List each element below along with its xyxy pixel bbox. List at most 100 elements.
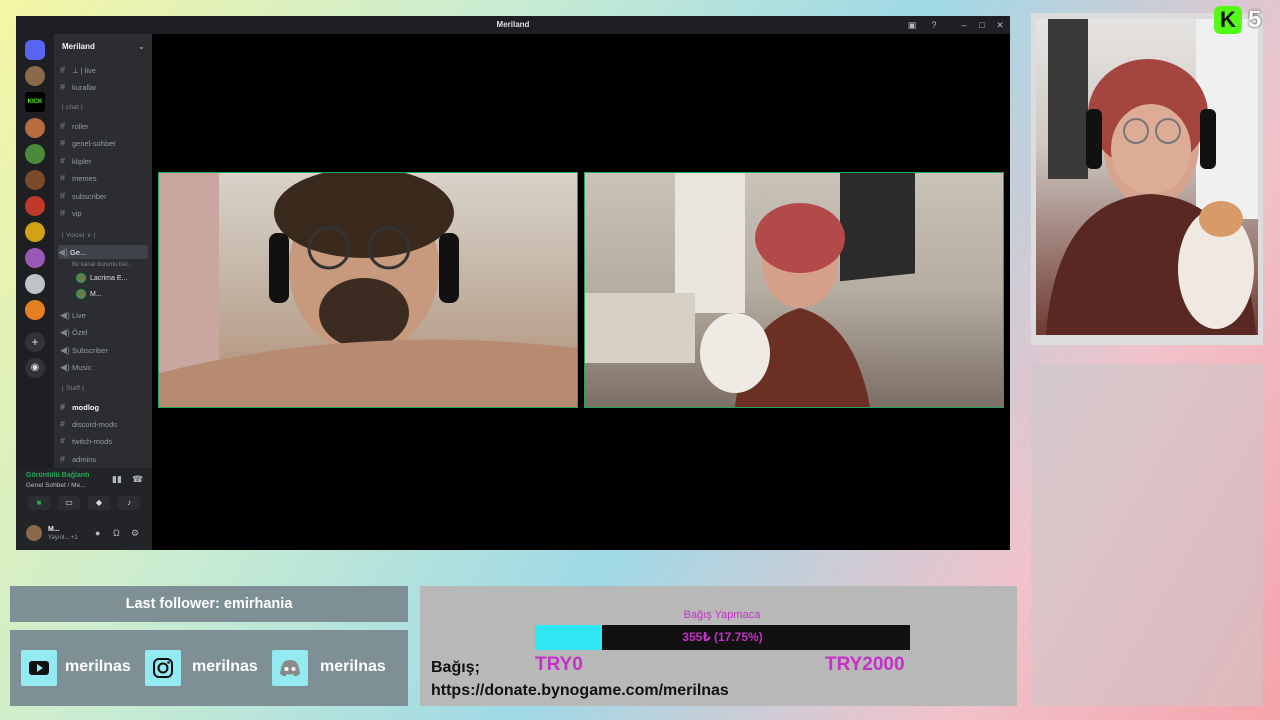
- kick-logo-icon: K: [1214, 6, 1242, 34]
- voice-channel-music[interactable]: ◀) Music: [60, 360, 92, 374]
- server-icon[interactable]: [25, 118, 45, 138]
- hash-icon: #: [60, 82, 66, 92]
- channel-subscriber[interactable]: # subscriber: [60, 189, 107, 203]
- channel-modlog[interactable]: # modlog: [60, 400, 99, 414]
- user-panel: M... Yayınl... +1 ● Ω ⚙: [16, 518, 152, 550]
- avatar[interactable]: [26, 525, 42, 541]
- voice-user[interactable]: Lacrima E...: [76, 272, 127, 286]
- channel-twitch-mods[interactable]: # twitch-mods: [60, 434, 112, 448]
- youtube-icon: [21, 650, 57, 686]
- category-staff[interactable]: | Staff |: [62, 385, 84, 392]
- hash-icon: #: [60, 402, 66, 412]
- server-name: Meriland: [62, 42, 95, 51]
- voice-channel-ozel[interactable]: ◀) Özel: [60, 325, 87, 339]
- minimize-button[interactable]: –: [958, 19, 970, 31]
- activity-button[interactable]: ◆: [88, 496, 110, 510]
- participant-video: [159, 173, 577, 407]
- discord-icon: [272, 650, 308, 686]
- voice-channel-path[interactable]: Genel Sohbet / Me...: [26, 482, 86, 489]
- donation-url[interactable]: https://donate.bynogame.com/merilnas: [431, 682, 729, 700]
- hash-icon: #: [60, 454, 66, 464]
- server-icon[interactable]: [25, 144, 45, 164]
- discover-icon[interactable]: ◉: [25, 358, 45, 378]
- disconnect-icon[interactable]: ☎: [132, 474, 143, 485]
- channel-discord-mods[interactable]: # discord-mods: [60, 417, 117, 431]
- channel-kurallar[interactable]: # kurallar: [60, 80, 97, 94]
- video-tile[interactable]: [584, 172, 1004, 408]
- hash-icon: #: [60, 156, 66, 166]
- inbox-icon[interactable]: ▣: [906, 19, 918, 31]
- side-panel: [1031, 364, 1263, 706]
- hash-icon: #: [60, 138, 66, 148]
- hash-icon: #: [60, 419, 66, 429]
- instagram-icon: [145, 650, 181, 686]
- channel-admins[interactable]: # admins: [60, 452, 96, 466]
- speaker-icon: ◀): [60, 310, 70, 320]
- speaker-icon: ◀): [60, 362, 70, 372]
- discord-handle: merilnas: [320, 658, 386, 675]
- donation-title: Bağış Yapmaca: [683, 609, 761, 621]
- voice-user[interactable]: M...: [76, 288, 102, 302]
- voice-status: Görüntülü Bağlantı: [26, 472, 90, 479]
- hash-icon: #: [60, 173, 66, 183]
- title-bar: Meriland ▣ ? – □ ✕: [16, 16, 1010, 34]
- participant-video: [585, 173, 915, 407]
- voice-status-hint[interactable]: Bir kanal durumu bel...: [72, 258, 132, 272]
- headphones-icon[interactable]: Ω: [113, 528, 120, 538]
- voice-channel-genel[interactable]: ◀) Ge...: [58, 245, 148, 259]
- signal-icon[interactable]: ▮▮: [112, 474, 122, 485]
- channel-genel-sohbet[interactable]: # genel-sohbet: [60, 136, 115, 150]
- hash-icon: #: [60, 121, 66, 131]
- chevron-down-icon: ⌄: [138, 42, 145, 51]
- server-header[interactable]: Meriland ⌄: [62, 42, 145, 51]
- server-icon[interactable]: [25, 66, 45, 86]
- server-icon[interactable]: [25, 248, 45, 268]
- window-title: Meriland: [496, 20, 530, 29]
- add-server-icon[interactable]: +: [25, 332, 45, 352]
- youtube-handle: merilnas: [65, 658, 131, 675]
- donation-label: Bağış;: [431, 659, 480, 676]
- user-name: M...: [48, 526, 60, 533]
- donation-min-label: TRY0: [535, 654, 583, 675]
- hash-icon: #: [60, 65, 66, 75]
- speaker-icon: ◀): [60, 345, 70, 355]
- close-button[interactable]: ✕: [994, 19, 1006, 31]
- server-icon[interactable]: [25, 170, 45, 190]
- voice-channel-live[interactable]: ◀) Live: [60, 308, 86, 322]
- video-tile[interactable]: [158, 172, 578, 408]
- category-voice[interactable]: | Voice| ∨ |: [62, 231, 96, 239]
- voice-connection-panel: Görüntülü Bağlantı Genel Sohbet / Me... …: [16, 468, 152, 518]
- category-chat[interactable]: | chat |: [62, 104, 83, 111]
- donation-progress-text: 355₺ (17.75%): [682, 630, 763, 644]
- kick-server-icon[interactable]: KICK: [25, 92, 45, 112]
- discord-home-icon[interactable]: [25, 40, 45, 60]
- channel-memes[interactable]: # memes: [60, 171, 97, 185]
- server-icon[interactable]: [25, 222, 45, 242]
- soundboard-button[interactable]: ♪: [118, 496, 140, 510]
- maximize-button[interactable]: □: [976, 19, 988, 31]
- microphone-icon[interactable]: ●: [95, 528, 100, 538]
- server-icon[interactable]: [25, 300, 45, 320]
- gear-icon[interactable]: ⚙: [131, 528, 139, 539]
- viewer-count: 5: [1248, 6, 1262, 33]
- avatar: [76, 289, 86, 300]
- help-icon[interactable]: ?: [928, 19, 940, 31]
- server-icon[interactable]: [25, 196, 45, 216]
- channel-vip[interactable]: # vip: [60, 206, 82, 220]
- webcam-feed: [1036, 19, 1258, 335]
- kick-viewer-badge: K 5: [1212, 4, 1272, 34]
- discord-window: Meriland ▣ ? – □ ✕ KICK + ◉ Meriland ⌄ #…: [16, 16, 1010, 550]
- hash-icon: #: [60, 208, 66, 218]
- camera-button[interactable]: ■: [28, 496, 50, 510]
- user-status: Yayınl... +1: [48, 535, 78, 541]
- hash-icon: #: [60, 436, 66, 446]
- screen-share-button[interactable]: ▭: [58, 496, 80, 510]
- channel-live[interactable]: # ⊥ | live: [60, 63, 96, 77]
- instagram-handle: merilnas: [192, 658, 258, 675]
- streamer-video: [1046, 19, 1258, 335]
- server-icon[interactable]: [25, 274, 45, 294]
- voice-channel-subscriber[interactable]: ◀) Subscriber: [60, 343, 108, 357]
- hash-icon: #: [60, 191, 66, 201]
- channel-klipler[interactable]: # klipler: [60, 154, 92, 168]
- channel-roller[interactable]: # roller: [60, 119, 89, 133]
